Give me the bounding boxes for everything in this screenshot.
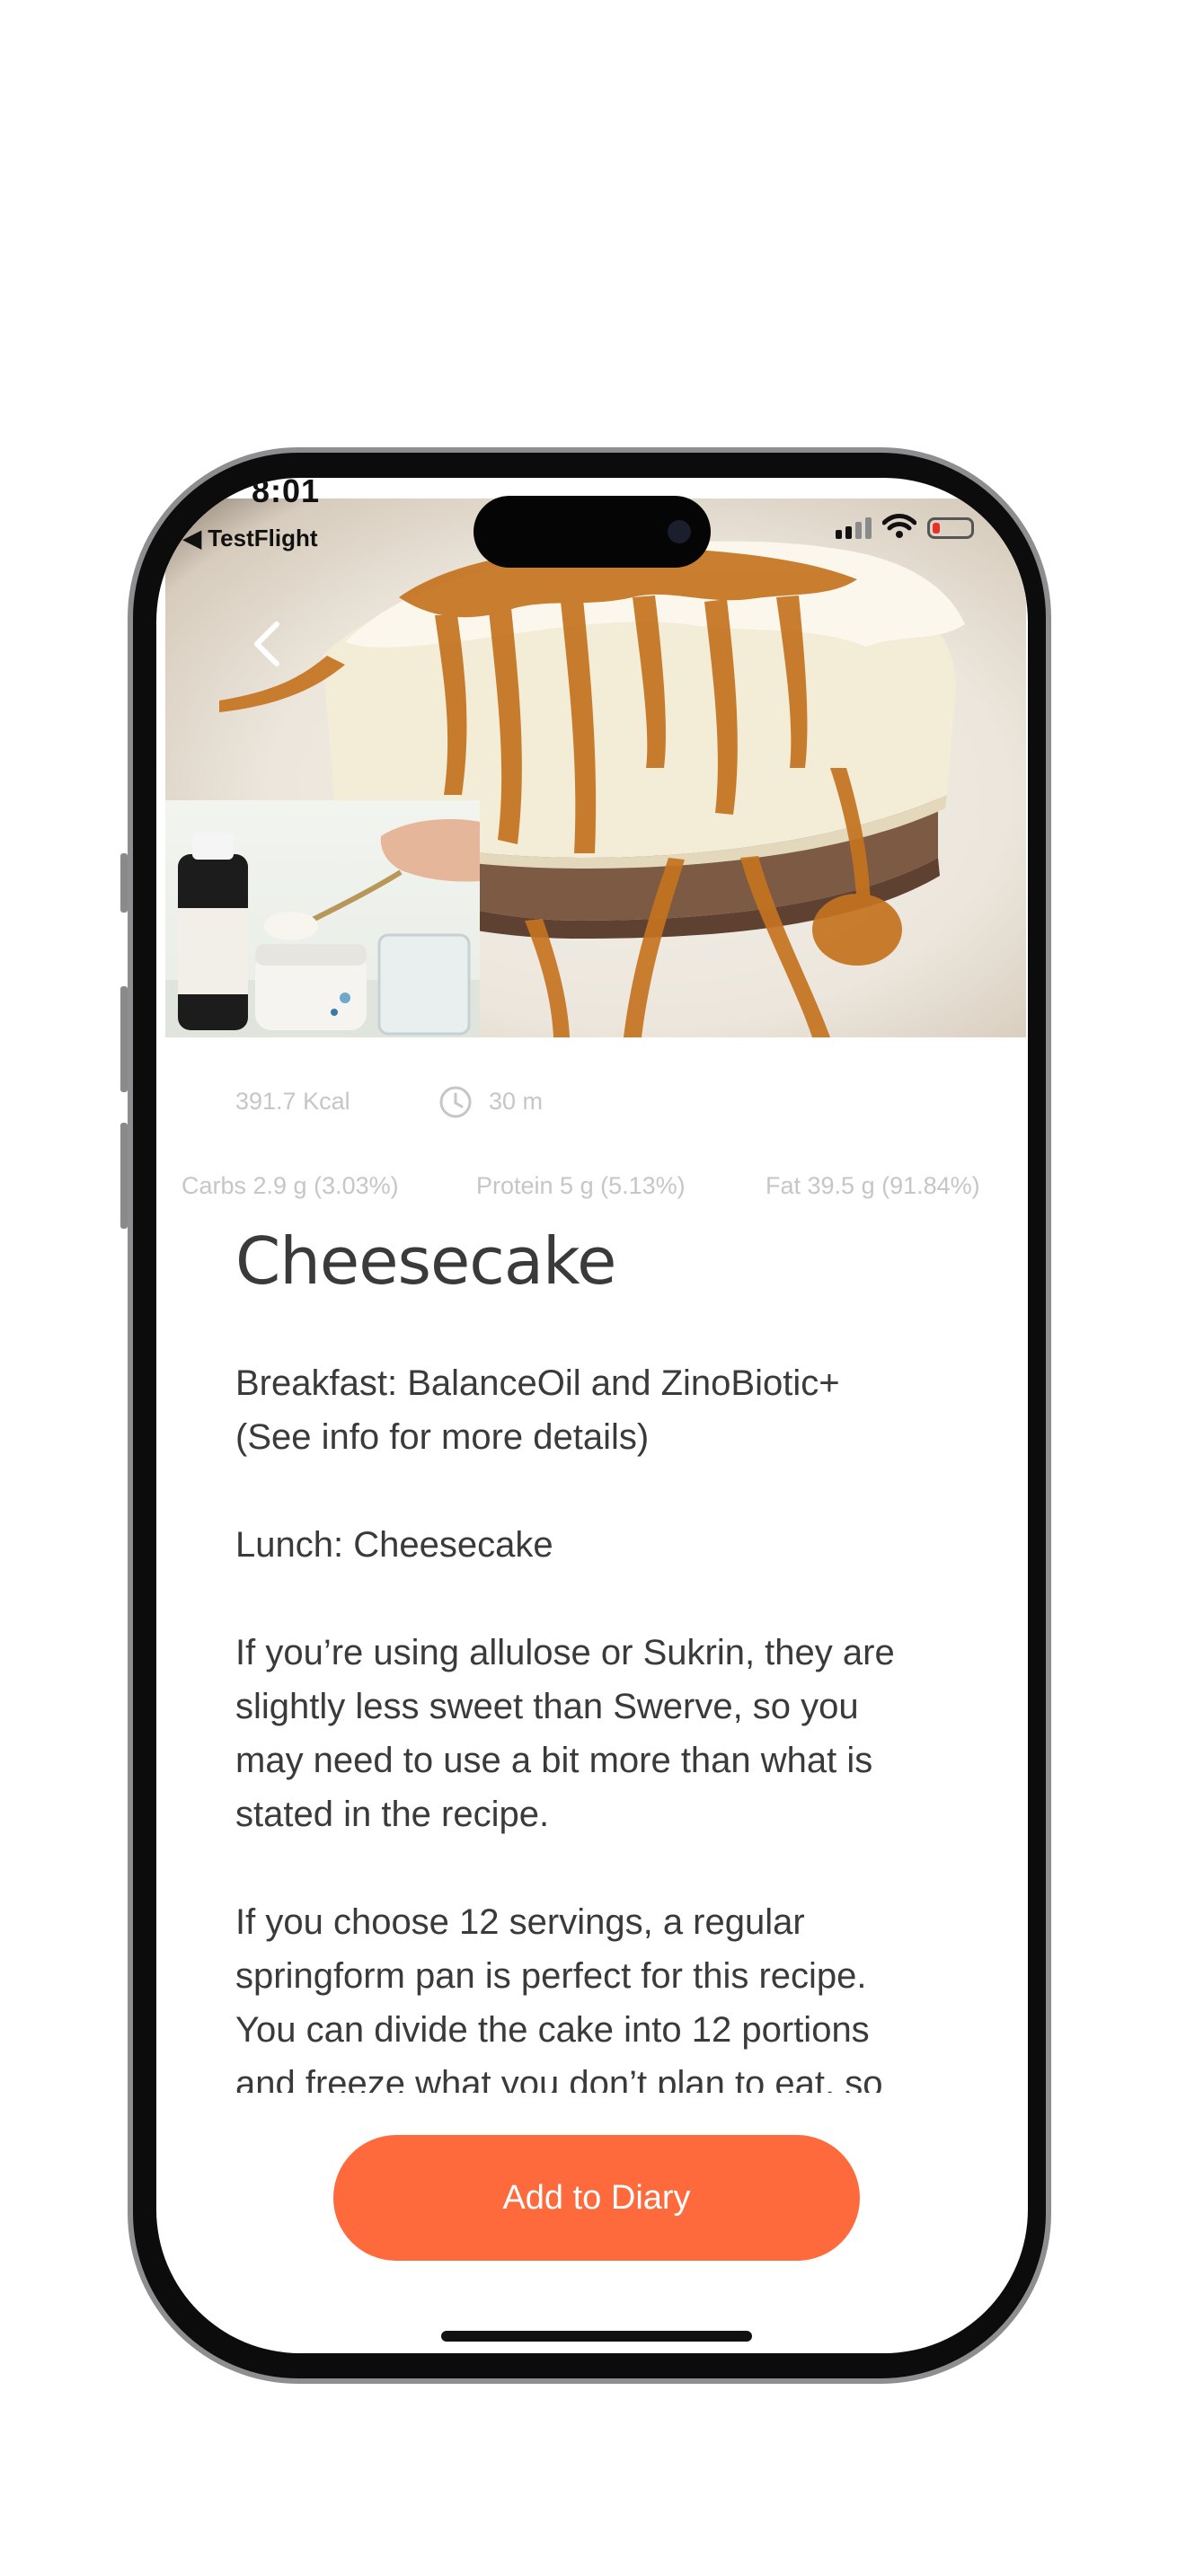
- description-paragraph: Breakfast: BalanceOil and ZinoBiotic+ (S…: [235, 1363, 840, 1457]
- testflight-back-link[interactable]: ◀ TestFlight: [183, 525, 318, 552]
- add-to-diary-button[interactable]: Add to Diary: [333, 2135, 860, 2261]
- description-paragraph: Lunch: Cheesecake: [235, 1525, 553, 1565]
- status-time: 8:01: [252, 478, 321, 505]
- volume-up-button: [120, 986, 128, 1092]
- dynamic-island: [474, 496, 711, 568]
- protein-stat: Protein 5 g (5.13%): [476, 1172, 686, 1199]
- wifi-icon: [882, 514, 916, 538]
- recipe-description: Breakfast: BalanceOil and ZinoBiotic+ (S…: [235, 1356, 981, 2093]
- camera-icon: [668, 520, 691, 543]
- fat-stat: Fat 39.5 g (91.84%): [766, 1172, 980, 1199]
- description-paragraph: If you choose 12 servings, a regular spr…: [235, 1902, 883, 2093]
- battery-low-icon: [927, 517, 974, 539]
- action-button: [120, 853, 128, 913]
- carbs-stat: Carbs 2.9 g (3.03%): [181, 1172, 399, 1199]
- recipe-hero-image: [165, 498, 1026, 1037]
- status-icons: [836, 514, 974, 539]
- cellular-signal-icon: [836, 517, 872, 539]
- app-screen: 8:01 ◀ TestFlight 391.7 Kcal 30 m Carbs …: [156, 478, 1028, 2353]
- supplement-illustration: [165, 819, 480, 1037]
- calories-stat: 391.7 Kcal: [235, 1088, 350, 1115]
- description-paragraph: If you’re using allulose or Sukrin, they…: [235, 1633, 895, 1834]
- back-button[interactable]: [243, 617, 296, 671]
- recipe-title: Cheesecake: [235, 1223, 616, 1299]
- volume-down-button: [120, 1123, 128, 1229]
- supplement-product-photo: [165, 800, 480, 1037]
- home-indicator[interactable]: [441, 2331, 752, 2342]
- cooking-time-stat: 30 m: [489, 1088, 544, 1115]
- clock-icon: [439, 1086, 472, 1118]
